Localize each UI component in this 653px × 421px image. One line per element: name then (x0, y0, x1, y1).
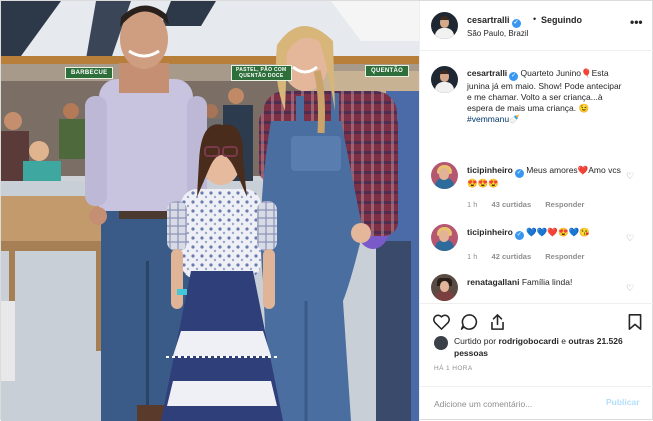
liked-by-user[interactable]: rodrigobocardi (498, 336, 558, 346)
avatar[interactable] (431, 12, 458, 39)
verified-badge-icon: ✓ (509, 72, 519, 81)
avatar[interactable] (434, 336, 448, 350)
add-comment-bar: Publicar (420, 386, 653, 421)
author-username-text[interactable]: cesartralli (467, 15, 510, 25)
comment-text: ticipinheiro ✓ Meus amores❤️Amo vcs 😍😍😍 (467, 165, 625, 189)
author-username[interactable]: cesartralli ✓ (467, 15, 521, 28)
post-timestamp[interactable]: HÁ 1 HORA (434, 365, 473, 372)
stall-sign: PASTEL, PÃO COM QUENTÃO DOCE (231, 65, 292, 81)
reply-button[interactable]: Responder (545, 200, 584, 209)
comment-time[interactable]: 1 h (467, 252, 477, 261)
verified-badge-icon: ✓ (514, 231, 524, 240)
caption-text: cesartralli ✓ Quarteto Junino🎈Esta junina… (467, 68, 625, 125)
liked-by-prefix: Curtido por (454, 336, 497, 346)
comment-text: ticipinheiro ✓ 💙💙❤️😍💙😘 (467, 227, 625, 240)
comment-input[interactable] (434, 396, 594, 412)
avatar[interactable] (431, 274, 458, 301)
hashtag-link[interactable]: #vemmanu🍼 (467, 114, 520, 124)
reply-button[interactable]: Responder (545, 252, 584, 261)
avatar[interactable] (431, 224, 458, 251)
share-icon[interactable] (488, 313, 507, 331)
verified-badge-icon: ✓ (511, 19, 521, 28)
comment-meta: 1 h 43 curtidas Responder (467, 200, 596, 209)
post-header: cesartralli ✓ • Seguindo São Paulo, Brazi… (420, 1, 653, 51)
comment-time[interactable]: 1 h (467, 200, 477, 209)
instagram-post: BARBECUE PASTEL, PÃO COM QUENTÃO DOCE QU… (0, 0, 653, 421)
post-location[interactable]: São Paulo, Brazil (467, 29, 528, 38)
comment-icon[interactable] (460, 313, 479, 331)
comment-likes[interactable]: 42 curtidas (492, 252, 532, 261)
avatar[interactable] (431, 66, 458, 93)
stall-sign: BARBECUE (65, 67, 114, 79)
comment-text: renatagallani Família linda! (467, 277, 625, 288)
comment-username[interactable]: renatagallani (467, 277, 519, 287)
comments-list[interactable]: cesartralli ✓ Quarteto Junino🎈Esta junina… (420, 52, 653, 302)
stall-sign: QUENTÃO (365, 65, 410, 77)
bookmark-icon[interactable] (627, 313, 643, 331)
comment-meta: 1 h 42 curtidas Responder (467, 252, 596, 261)
comment-body: 💙💙❤️😍💙😘 (526, 227, 590, 237)
comment-username[interactable]: ticipinheiro (467, 227, 513, 237)
verified-badge-icon: ✓ (514, 169, 524, 178)
publish-button[interactable]: Publicar (606, 397, 640, 407)
liked-by-text: Curtido por rodrigobocardi e outras 21.5… (454, 335, 644, 359)
separator-dot: • (533, 14, 537, 24)
comment-username[interactable]: ticipinheiro (467, 165, 513, 175)
like-comment-heart-icon[interactable]: ♡ (626, 171, 634, 182)
comment-body: Família linda! (521, 277, 573, 287)
post-photo[interactable]: BARBECUE PASTEL, PÃO COM QUENTÃO DOCE QU… (1, 1, 419, 421)
comment-username[interactable]: cesartralli (467, 68, 507, 78)
like-comment-heart-icon[interactable]: ♡ (626, 233, 634, 244)
following-button[interactable]: Seguindo (541, 15, 582, 25)
photo-scene (1, 1, 419, 421)
comment-likes[interactable]: 43 curtidas (492, 200, 532, 209)
liked-by-connector: e (561, 336, 566, 346)
like-comment-heart-icon[interactable]: ♡ (626, 283, 634, 294)
more-options-icon[interactable]: ••• (630, 15, 643, 29)
post-sidebar: cesartralli ✓ • Seguindo São Paulo, Brazi… (419, 1, 653, 421)
heart-icon[interactable] (432, 313, 451, 331)
avatar[interactable] (431, 162, 458, 189)
